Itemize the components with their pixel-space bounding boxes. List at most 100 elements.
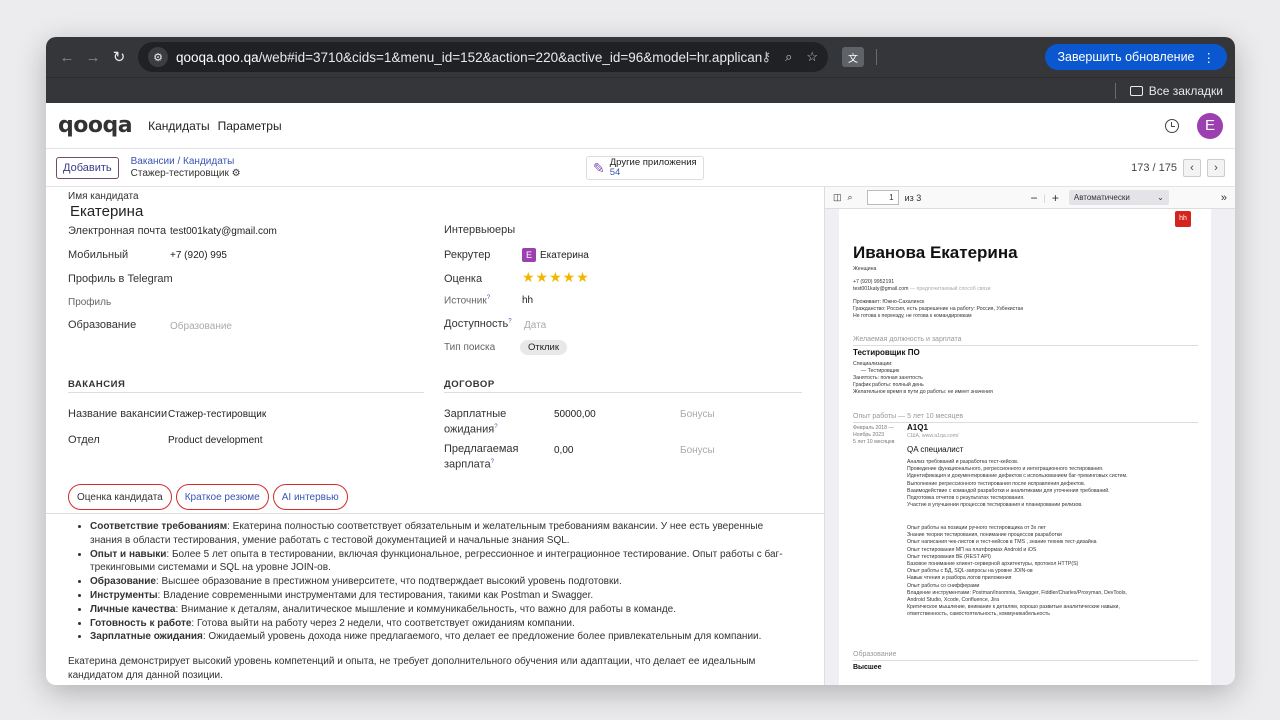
list-item: Зарплатные ожидания: Ожидаемый уровень д… <box>90 630 790 644</box>
pdf-search-icon[interactable]: ⌕ <box>848 192 853 203</box>
name-field[interactable]: Екатерина <box>70 203 143 220</box>
key-icon[interactable]: ⚷ <box>762 49 772 65</box>
add-button[interactable]: Добавить <box>56 156 119 179</box>
resume-relocation: Не готова к переезду, не готова к команд… <box>853 313 972 319</box>
resume-name: Иванова Екатерина <box>853 243 1018 262</box>
pdf-divider <box>853 345 1198 346</box>
department-label: Отдел <box>68 434 100 446</box>
resume-company-location: США, www.a1qa.com/ <box>907 433 959 439</box>
search-type-label: Тип поиска <box>444 342 496 353</box>
menu-candidates[interactable]: Кандидаты <box>148 119 210 133</box>
contract-section-divider <box>444 392 802 393</box>
pdf-page-input[interactable]: 1 <box>866 190 899 205</box>
sidebar-toggle-icon[interactable]: ◫ <box>833 192 842 203</box>
pdf-divider <box>853 422 1198 423</box>
update-button[interactable]: Завершить обновление ⋮ <box>1045 44 1227 70</box>
mobile-field[interactable]: +7 (920) 995 <box>170 250 227 261</box>
toolbar-divider <box>876 49 877 65</box>
resume-duties: Анализ требований и разработка тест-кейс… <box>907 459 1128 509</box>
zoom-in-icon[interactable]: + <box>1052 191 1059 205</box>
forward-icon[interactable]: → <box>80 44 106 70</box>
list-item: Образование: Высшее образование в прести… <box>90 575 790 589</box>
app-navbar: qooqa Кандидаты Параметры E <box>46 103 1235 149</box>
folder-icon <box>1129 85 1143 96</box>
hh-logo: hh <box>1175 211 1191 227</box>
list-item: Личные качества: Внимание к деталям, ана… <box>90 603 790 617</box>
source-field[interactable]: hh <box>522 295 533 306</box>
education-field[interactable]: Образование <box>170 321 232 332</box>
other-apps-count: 54 <box>609 167 621 178</box>
notebook-tabs: Оценка кандидата Краткое резюме AI интер… <box>68 484 348 510</box>
list-item: Соответствие требованиям: Екатерина полн… <box>90 520 790 548</box>
address-bar[interactable]: ⚙ qooqa.qoo.qa/web#id=3710&cids=1&menu_i… <box>138 42 828 72</box>
rating-stars[interactable]: ★★★★★ <box>522 269 590 286</box>
back-icon[interactable]: ← <box>54 44 80 70</box>
vacancy-section-divider <box>68 392 424 393</box>
other-apps-label: Другие приложения <box>609 157 697 168</box>
vacancy-name-label: Название вакансии <box>68 408 168 420</box>
resume-skills: Опыт работы на позиции ручного тестировщ… <box>907 525 1127 618</box>
more-tools-icon[interactable]: » <box>1221 192 1227 204</box>
resume-pdf-viewer: ◫ ⌕ 1 из 3 − | + Автоматически ⌄ » hh Ива… <box>824 187 1235 685</box>
telegram-label: Профиль в Telegram <box>68 273 173 285</box>
availability-label: Доступность? <box>444 318 512 330</box>
list-item: Опыт и навыки: Более 5 лет опыта в тести… <box>90 548 790 576</box>
resume-education-level: Высшее <box>853 664 882 671</box>
education-label: Образование <box>68 319 137 331</box>
zoom-divider: | <box>1043 192 1046 203</box>
bookmarks-divider <box>1114 82 1116 99</box>
pdf-divider <box>853 660 1198 661</box>
breadcrumb: Вакансии / Кандидаты Стажер-тестировщик … <box>131 156 241 180</box>
list-item: Готовность к работе: Готова выйти на раб… <box>90 617 790 631</box>
proposed-salary-field[interactable]: 0,00 <box>554 445 573 456</box>
search-type-tag[interactable]: Отклик <box>520 340 568 355</box>
zoom-out-icon[interactable]: − <box>1031 191 1038 205</box>
email-field[interactable]: test001katy@gmail.com <box>170 226 277 237</box>
site-settings-icon[interactable]: ⚙ <box>148 47 168 67</box>
url-text: qooqa.qoo.qa/web#id=3710&cids=1&menu_id=… <box>176 49 762 65</box>
recruiter-field[interactable]: E Екатерина <box>522 248 589 262</box>
app-logo[interactable]: qooqa <box>58 113 133 138</box>
zoom-select[interactable]: Автоматически ⌄ <box>1068 190 1169 205</box>
gear-icon[interactable]: ⚙ <box>232 168 241 179</box>
other-apps-button[interactable]: ✎ Другие приложения 54 <box>586 156 704 180</box>
browser-window: ← → ↻ ⚙ qooqa.qoo.qa/web#id=3710&cids=1&… <box>46 37 1235 685</box>
zoom-icon[interactable]: ⌕ <box>785 49 792 65</box>
kebab-menu-icon[interactable]: ⋮ <box>1203 50 1216 65</box>
expected-salary-label: Зарплатные ожидания? <box>444 408 507 436</box>
resume-role: QA специалист <box>907 445 964 454</box>
pager-next-icon[interactable]: › <box>1207 158 1225 177</box>
pdf-page-total: из 3 <box>904 192 922 203</box>
pager-value[interactable]: 173 / 175 <box>1131 162 1177 174</box>
expected-bonus-field[interactable]: Бонусы <box>680 409 715 420</box>
bookmarks-bar: Все закладки <box>46 77 1235 103</box>
resume-period: Февраль 2018 — Ноябрь 2023 5 лет 10 месяце… <box>853 425 895 446</box>
proposed-salary-label: Предлагаемая зарплата? <box>444 443 519 471</box>
tab-candidate-assessment[interactable]: Оценка кандидата <box>68 484 172 510</box>
availability-field[interactable]: Дата <box>524 320 546 331</box>
menu-settings[interactable]: Параметры <box>218 119 282 133</box>
all-bookmarks-link[interactable]: Все закладки <box>1149 84 1223 98</box>
recruiter-label: Рекрутер <box>444 249 491 261</box>
expected-salary-field[interactable]: 50000,00 <box>554 409 596 420</box>
reload-icon[interactable]: ↻ <box>106 44 132 70</box>
user-avatar[interactable]: E <box>1197 112 1223 139</box>
translate-icon[interactable]: 文 <box>842 47 864 67</box>
pencil-icon: ✎ <box>593 160 605 176</box>
bookmark-star-icon[interactable]: ☆ <box>806 49 818 65</box>
vacancy-name-field[interactable]: Стажер-тестировщик <box>168 409 266 420</box>
interviewers-label: Интервьюеры <box>444 224 516 236</box>
activity-clock-icon[interactable] <box>1165 118 1179 133</box>
profile-field[interactable]: Профиль <box>68 297 111 308</box>
pager-prev-icon[interactable]: ‹ <box>1183 158 1201 177</box>
tab-ai-interview[interactable]: AI интервью <box>272 484 348 510</box>
vacancy-section-title: ВАКАНСИЯ <box>68 379 126 390</box>
proposed-bonus-field[interactable]: Бонусы <box>680 445 715 456</box>
resume-email: test001katy@gmail.com — предпочитаемый с… <box>853 286 991 292</box>
resume-position-section: Желаемая должность и зарплата <box>853 336 962 343</box>
department-field[interactable]: Product development <box>168 435 263 446</box>
resume-experience-section: Опыт работы — 5 лет 10 месяцев <box>853 413 964 420</box>
rating-label: Оценка <box>444 273 483 285</box>
tab-short-resume[interactable]: Краткое резюме <box>175 484 269 510</box>
breadcrumb-links[interactable]: Вакансии / Кандидаты <box>131 156 241 168</box>
